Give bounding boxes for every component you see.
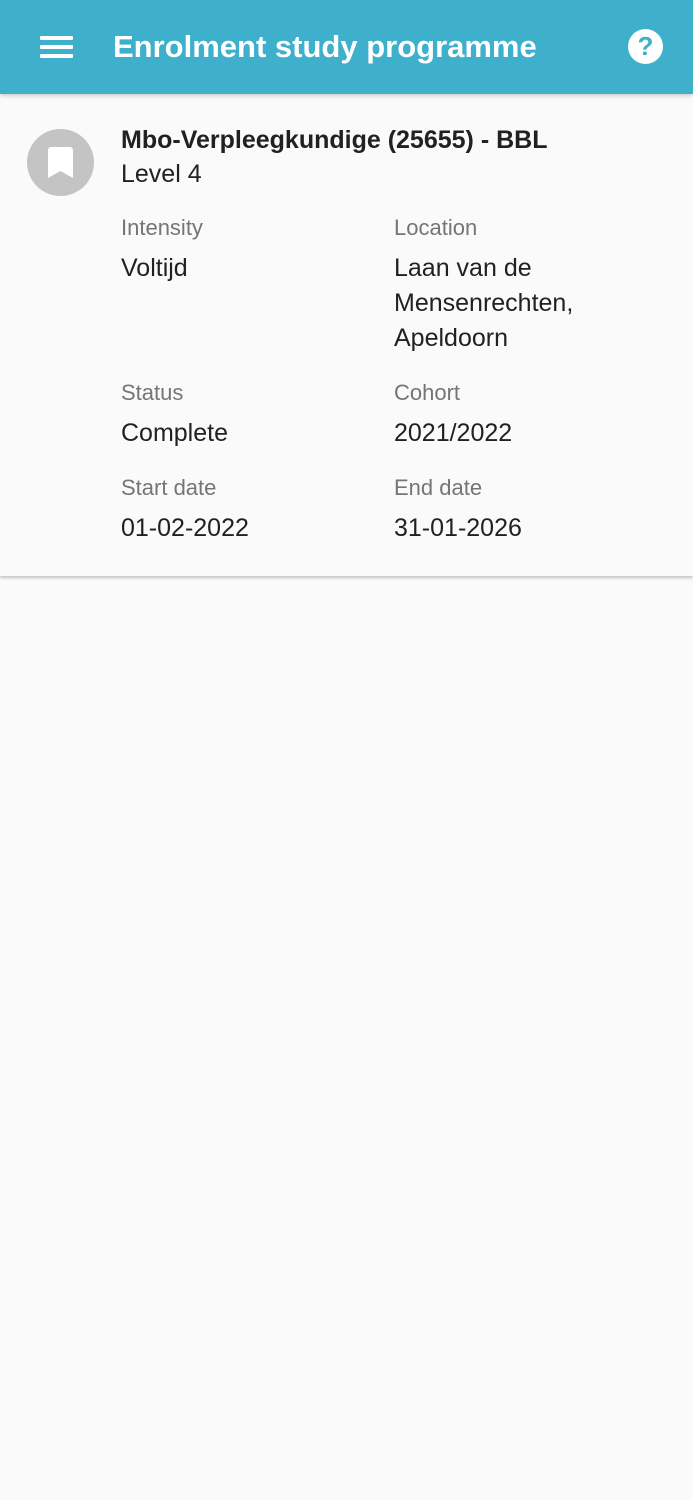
end-date-value: 31-01-2026 bbox=[394, 514, 522, 542]
menu-button[interactable] bbox=[24, 23, 88, 71]
location-value: Laan van de Mensenrechten, Apeldoorn bbox=[394, 254, 574, 352]
app-bar: Enrolment study programme ? bbox=[0, 0, 693, 94]
bookmark-avatar bbox=[27, 129, 94, 196]
cohort-label: Cohort bbox=[394, 380, 461, 405]
help-circle-icon: ? bbox=[628, 29, 663, 64]
start-date-label: Start date bbox=[121, 475, 217, 500]
location-label: Location bbox=[394, 215, 478, 240]
bookmark-icon bbox=[48, 147, 73, 178]
cohort-value: 2021/2022 bbox=[394, 419, 513, 447]
intensity-label: Intensity bbox=[121, 215, 203, 240]
start-date-value: 01-02-2022 bbox=[121, 514, 249, 542]
page-title: Enrolment study programme bbox=[113, 29, 537, 64]
intensity-value: Voltijd bbox=[121, 254, 188, 282]
status-label: Status bbox=[121, 380, 184, 405]
programme-level: Level 4 bbox=[121, 160, 202, 188]
programme-title: Mbo-Verpleegkundige (25655) - BBL bbox=[121, 126, 548, 154]
status-value: Complete bbox=[121, 419, 228, 447]
enrolment-card[interactable]: Mbo-Verpleegkundige (25655) - BBL Level … bbox=[0, 94, 693, 576]
help-button[interactable]: ? bbox=[618, 18, 674, 74]
end-date-label: End date bbox=[394, 475, 483, 500]
hamburger-menu-icon bbox=[40, 36, 73, 58]
